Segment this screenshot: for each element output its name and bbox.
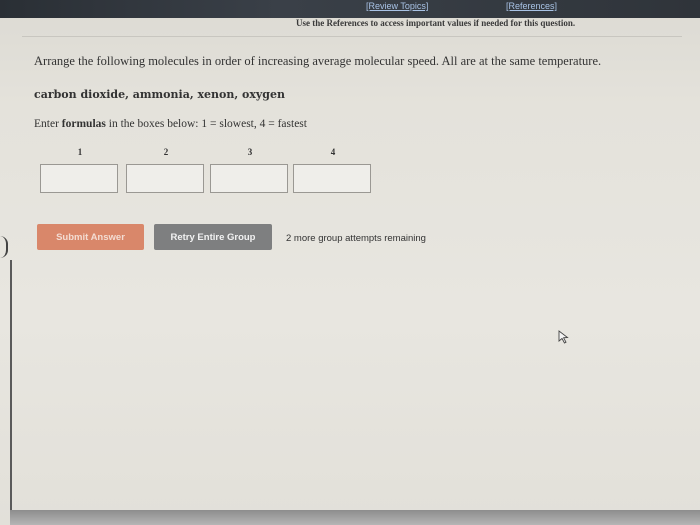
screen-bezel-left [10,260,12,510]
screen-bezel-bottom [10,510,700,525]
retry-entire-group-button[interactable]: Retry Entire Group [154,224,272,250]
question-prompt: Arrange the following molecules in order… [34,54,602,68]
answer-input-4[interactable] [293,164,371,193]
answer-input-3[interactable] [210,164,288,193]
box-label-2: 2 [163,147,169,157]
top-navigation-bar: [Review Topics] [References] [0,0,700,18]
box-label-4: 4 [330,147,336,157]
review-topics-link[interactable]: [Review Topics] [366,1,428,11]
answer-input-2[interactable] [126,164,204,193]
instructions-suffix: in the boxes below: 1 = slowest, 4 = fas… [105,118,307,130]
answer-input-1[interactable] [40,164,118,193]
references-link[interactable]: [References] [506,1,557,11]
instructions: Enter formulas in the boxes below: 1 = s… [34,118,307,130]
instructions-prefix: Enter [34,118,62,130]
header-divider [22,36,682,37]
box-label-3: 3 [247,147,253,157]
references-note: Use the References to access important v… [296,18,576,28]
submit-answer-button[interactable]: Submit Answer [37,224,144,250]
mouse-pointer-icon [558,330,569,344]
screen-edge-curve [0,236,8,258]
attempts-remaining-text: 2 more group attempts remaining [286,233,426,244]
instructions-bold: formulas [61,118,106,130]
box-label-1: 1 [77,147,83,157]
molecule-list: carbon dioxide, ammonia, xenon, oxygen [34,88,285,101]
